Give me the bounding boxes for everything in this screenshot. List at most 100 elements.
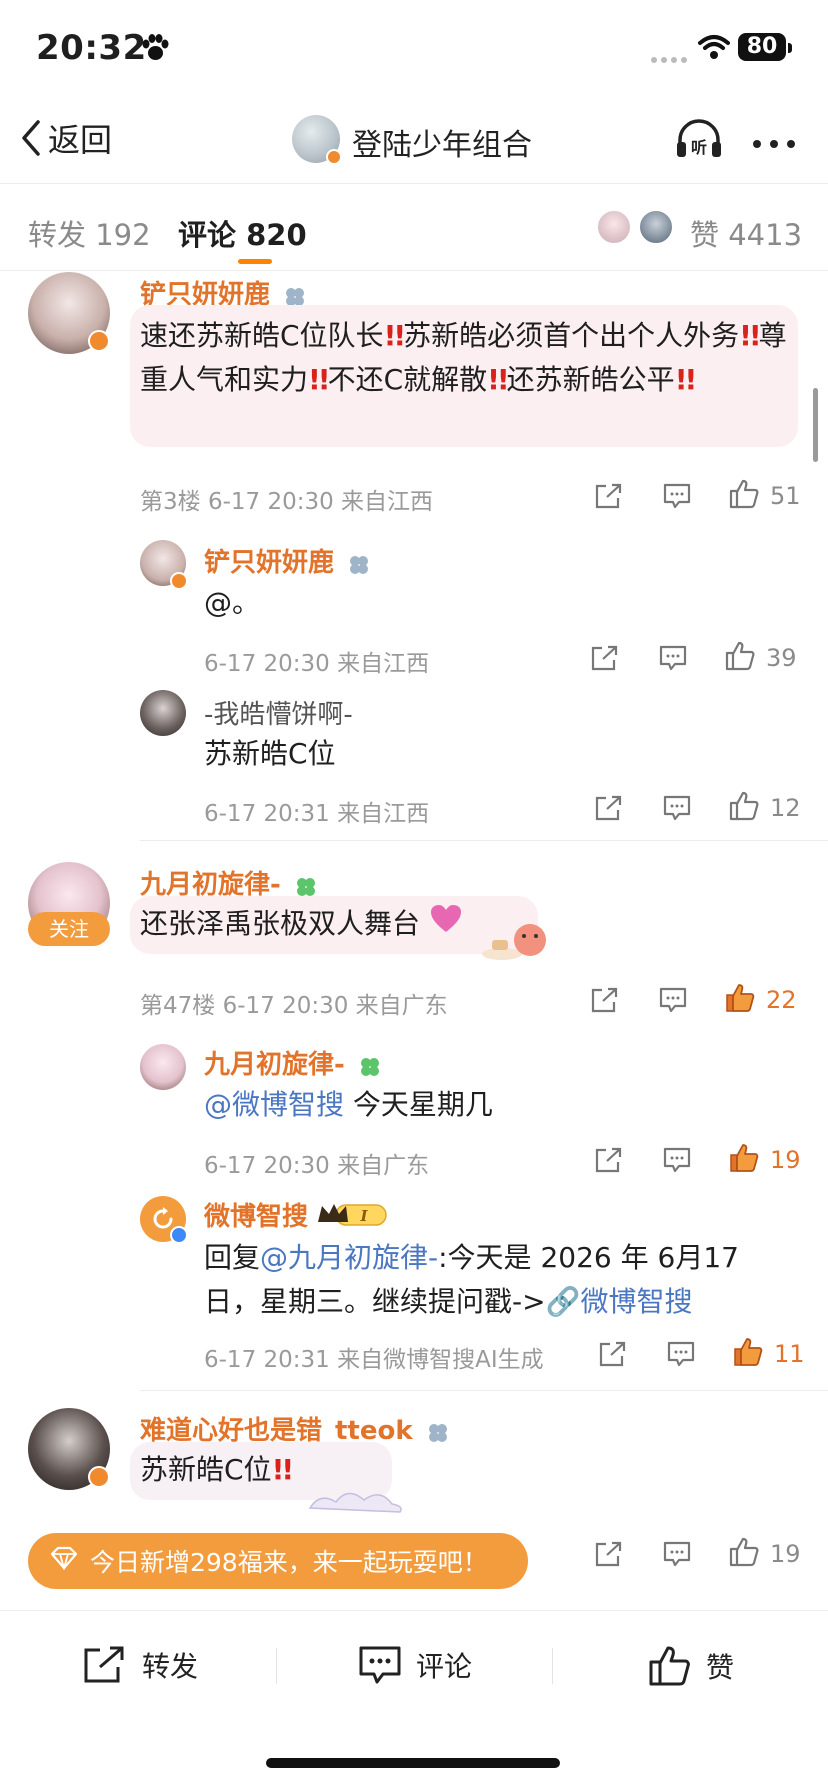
double-exclamation-icon: !! — [674, 363, 697, 396]
comment-icon[interactable] — [666, 1340, 696, 1372]
comment-button[interactable]: 评论 — [358, 1645, 472, 1685]
comment-icon[interactable] — [662, 482, 692, 514]
comment-icon[interactable] — [662, 1146, 692, 1178]
comment-text: 还张泽禹张极双人舞台 — [140, 902, 463, 947]
comment-icon[interactable] — [662, 794, 692, 826]
tab-divider — [0, 270, 828, 271]
like-count: 22 — [766, 986, 797, 1014]
comment-text-content: 还张泽禹张极双人舞台 — [140, 907, 421, 940]
share-icon[interactable] — [598, 1340, 628, 1372]
like-count: 19 — [770, 1540, 801, 1568]
verified-badge-icon — [170, 572, 188, 590]
like-icon-active[interactable] — [724, 982, 756, 1018]
like-label: 赞 — [706, 1651, 735, 1684]
mention-link[interactable]: @九月初旋律- — [260, 1241, 438, 1274]
bottom-separator — [552, 1648, 553, 1684]
reply-text-line: :今天是 2026 年 6月17 — [438, 1241, 739, 1274]
like-icon[interactable] — [728, 790, 760, 826]
double-exclamation-icon: !! — [487, 363, 509, 396]
verified-badge-icon — [88, 330, 110, 352]
avatar[interactable] — [140, 1044, 186, 1090]
bottom-separator — [276, 1648, 277, 1684]
comment-divider — [140, 840, 828, 841]
comment-text-part: 速还苏新皓C位队长 — [140, 319, 384, 352]
liker-avatar[interactable] — [638, 209, 674, 245]
repost-button[interactable]: 转发 — [82, 1645, 198, 1685]
like-count: 11 — [774, 1340, 805, 1368]
comment-divider — [140, 1390, 828, 1391]
share-icon[interactable] — [594, 1540, 624, 1572]
reply-prefix: 回复 — [204, 1241, 261, 1274]
like-count: 39 — [766, 644, 797, 672]
comment-text-part: 苏新皓必须首个出个人外务 — [403, 319, 740, 352]
share-icon[interactable] — [594, 794, 624, 826]
share-icon[interactable] — [594, 482, 624, 514]
signal-icon — [650, 50, 690, 69]
like-count: 51 — [770, 482, 801, 510]
level-label: I — [360, 1207, 369, 1225]
cloud-sticker-decoration — [300, 1478, 410, 1522]
reply-text: @。 — [204, 586, 261, 619]
more-options-icon[interactable] — [752, 134, 796, 153]
reply-text: 回复@九月初旋律-:今天是 2026 年 6月17 日，星期三。继续提问戳->🔗… — [204, 1236, 804, 1324]
comment-meta: 第3楼 6-17 20:30 来自江西 — [140, 489, 434, 515]
username-label: 九月初旋律- — [204, 1050, 345, 1080]
comment-icon[interactable] — [658, 986, 688, 1018]
repost-label: 转发 — [142, 1650, 199, 1683]
link-chain-icon: 🔗 — [545, 1285, 581, 1318]
reply-username[interactable]: 微博智搜 I — [204, 1196, 392, 1233]
comment-text-content: 苏新皓C位 — [140, 1453, 272, 1486]
paw-icon — [140, 34, 170, 66]
like-count: 12 — [770, 794, 801, 822]
weibo-search-link[interactable]: 微博智搜 — [580, 1285, 692, 1318]
reply-text: @微博智搜 今天星期几 — [204, 1083, 493, 1127]
like-count: 19 — [770, 1146, 801, 1174]
clover-icon — [426, 1421, 450, 1449]
liker-avatar[interactable] — [596, 209, 632, 245]
username-label: 微博智搜 — [204, 1202, 309, 1232]
double-exclamation-icon: !! — [739, 319, 761, 352]
listen-headphones-icon[interactable]: 听 — [674, 118, 724, 164]
like-icon[interactable] — [728, 1536, 760, 1572]
like-button[interactable]: 赞 — [648, 1645, 734, 1687]
username-label: 铲只妍妍鹿 — [204, 548, 335, 578]
like-icon[interactable] — [724, 640, 756, 676]
like-icon[interactable] — [728, 478, 760, 514]
share-icon[interactable] — [590, 644, 620, 676]
repost-icon — [84, 1646, 124, 1683]
tab-likes[interactable]: 赞 4413 — [690, 212, 802, 254]
comment-label: 评论 — [416, 1650, 473, 1683]
reply-username[interactable]: -我皓懵饼啊- — [204, 694, 353, 731]
double-exclamation-icon: !! — [308, 363, 330, 396]
reply-meta: 6-17 20:30 来自广东 — [204, 1153, 430, 1179]
promo-banner[interactable]: 今日新增298福来，来一起玩耍吧！ — [28, 1533, 528, 1589]
like-icon-active[interactable] — [728, 1142, 760, 1178]
scrollbar[interactable] — [813, 388, 818, 462]
pink-heart-icon — [429, 903, 463, 947]
comment-text-part: 还苏新皓公平 — [506, 363, 675, 396]
reply-text: 苏新皓C位 — [204, 737, 336, 770]
reply-text-content: 今天星期几 — [344, 1088, 493, 1121]
share-icon[interactable] — [594, 1146, 624, 1178]
tab-repost[interactable]: 转发 192 — [28, 212, 151, 254]
reply-text-line: 日，星期三。继续提问戳-> — [204, 1285, 546, 1318]
reply-username[interactable]: 铲只妍妍鹿 — [204, 542, 371, 581]
promo-banner-text: 今日新增298福来，来一起玩耍吧！ — [90, 1548, 488, 1577]
double-exclamation-icon: !! — [271, 1453, 294, 1486]
avatar[interactable] — [140, 690, 186, 736]
thumbs-up-icon — [649, 1646, 690, 1686]
back-button[interactable]: 返回 — [20, 115, 112, 161]
comment-icon[interactable] — [662, 1540, 692, 1572]
follow-button[interactable]: 关注 — [28, 912, 110, 946]
diamond-icon — [50, 1546, 78, 1576]
tab-comment[interactable]: 评论 820 — [178, 212, 307, 254]
mention-link[interactable]: @微博智搜 — [204, 1088, 344, 1121]
like-icon-active[interactable] — [732, 1336, 764, 1372]
clover-icon — [347, 553, 371, 581]
share-icon[interactable] — [590, 986, 620, 1018]
back-label: 返回 — [48, 121, 113, 159]
home-indicator[interactable] — [266, 1758, 560, 1768]
reply-username[interactable]: 九月初旋律- — [204, 1044, 382, 1083]
comment-meta: 第47楼 6-17 20:30 来自广东 — [140, 993, 448, 1019]
comment-icon[interactable] — [658, 644, 688, 676]
